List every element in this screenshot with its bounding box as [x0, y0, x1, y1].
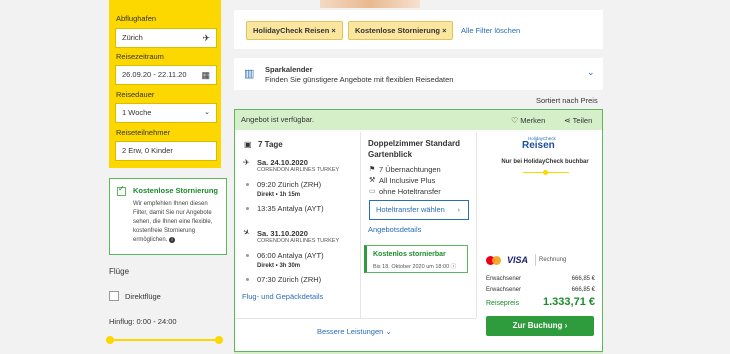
check-icon: ✓ — [118, 184, 125, 193]
trip-days: 7 Tage — [258, 140, 283, 149]
filter-chip-cancellation[interactable]: Kostenlose Stornierung × — [348, 21, 454, 40]
duration-value: 1 Woche — [122, 108, 152, 117]
free-cancellation-box: Kostenlos stornierbar Bis 18. Oktober 20… — [364, 245, 468, 273]
flight-details-link[interactable]: Flug- und Gepäckdetails — [242, 292, 323, 301]
nights: 7 Übernachtungen — [379, 165, 441, 174]
bed-icon: ⚑ — [369, 166, 376, 173]
chevron-right-icon: › — [457, 205, 461, 214]
outbound-direct: Direkt • 1h 15m — [257, 192, 301, 198]
return-date: Sa. 31.10.2020 — [257, 229, 308, 238]
travel-period-label: Reisezeitraum — [116, 52, 164, 61]
offer-card: Angebot ist verfügbar. ♡ Merken ⋖ Teilen… — [234, 109, 603, 353]
info-icon: i — [169, 237, 176, 243]
cancellation-filter-title: Kostenlose Stornierung — [133, 186, 219, 195]
savings-subtitle: Finden Sie günstigere Angebote mit flexi… — [265, 75, 454, 84]
travelers-value: 2 Erw, 0 Kinder — [122, 146, 173, 155]
outbound-time-slider-track — [109, 339, 219, 341]
invoice-label: Rechnung — [539, 257, 567, 263]
offer-details-link[interactable]: Angebotsdetails — [368, 225, 421, 234]
travelers-label: Reiseteilnehmer — [116, 128, 171, 137]
plane-departure-icon: ✈ — [243, 158, 250, 167]
outbound-arrival: 13:35 Antalya (AYT) — [257, 204, 324, 213]
direct-flight-label: Direktflüge — [125, 292, 161, 301]
holidaycheck-reisen-logo: Reisen — [522, 140, 555, 151]
free-cancellation-until: Bis 18. Oktober 2020 um 18:00 ⓘ — [373, 264, 457, 270]
outbound-time-label: Hinflug: 0:00 - 24:00 — [109, 317, 177, 326]
total-price: 1.333,71 € — [543, 296, 595, 308]
outbound-departure: 09:20 Zürich (ZRH) — [257, 180, 322, 189]
travel-period-value: 26.09.20 - 22.11.20 — [122, 70, 187, 79]
adult-price-2: 666,85 € — [571, 287, 595, 293]
column-divider — [360, 132, 361, 318]
share-button[interactable]: ⋖ Teilen — [564, 116, 592, 125]
chevron-right-icon: › — [564, 321, 568, 330]
brand-divider-dot — [543, 170, 548, 175]
chevron-down-icon: ⌄ — [204, 109, 210, 116]
return-airline: CORENDON AIRLINES TURKEY — [257, 238, 340, 244]
plane-return-icon: ✈ — [241, 226, 252, 239]
timeline-dot — [246, 207, 249, 210]
header-image — [320, 0, 420, 8]
return-direct: Direkt • 3h 30m — [257, 263, 301, 269]
transfer-select-button[interactable]: Hoteltransfer wählen › — [369, 200, 469, 220]
card-divider — [235, 318, 476, 319]
duration-label: Reisedauer — [116, 90, 155, 99]
slider-handle-end[interactable] — [215, 336, 223, 344]
filter-chip-holidaycheck[interactable]: HolidayCheck Reisen × — [246, 21, 343, 40]
duration-select[interactable]: 1 Woche ⌄ — [115, 103, 217, 123]
clear-filters-link[interactable]: Alle Filter löschen — [461, 26, 520, 35]
outbound-date: Sa. 24.10.2020 — [257, 158, 308, 167]
board-type: All Inclusive Plus — [379, 176, 436, 185]
cancellation-filter[interactable]: ✓ Kostenlose Stornierung Wir empfehlen I… — [109, 178, 227, 255]
departure-field[interactable]: Zürich ✈ — [115, 28, 217, 48]
calendar-icon: ▦ — [201, 70, 210, 80]
cancellation-filter-desc: Wir empfehlen Ihnen diesen Filter, damit… — [133, 201, 213, 243]
info-icon: ⓘ — [450, 264, 457, 270]
book-button[interactable]: Zur Buchung › — [486, 316, 594, 336]
visa-icon: VISA — [507, 255, 529, 265]
savings-title: Sparkalender — [265, 65, 313, 74]
room-name: Doppelzimmer Standard Gartenblick — [368, 139, 461, 159]
availability-text: Angebot ist verfügbar. — [241, 115, 314, 124]
bar-chart-icon: ▥ — [244, 68, 255, 80]
heart-icon: ♡ — [511, 116, 519, 125]
remember-button[interactable]: ♡ Merken — [511, 116, 545, 125]
offer-availability-bar: Angebot ist verfügbar. — [235, 110, 602, 130]
direct-flight-checkbox[interactable] — [109, 291, 119, 301]
share-icon: ⋖ — [564, 116, 571, 125]
timeline-dot — [246, 183, 249, 186]
travel-period-field[interactable]: 26.09.20 - 22.11.20 ▦ — [115, 65, 217, 85]
adult-price-1: 666,85 € — [571, 276, 595, 282]
brand-note: Nur bei HolidayCheck buchbar — [501, 159, 589, 165]
travelers-field[interactable]: 2 Erw, 0 Kinder — [115, 141, 217, 161]
column-divider — [476, 132, 477, 318]
return-departure: 06:00 Antalya (AYT) — [257, 251, 324, 260]
food-icon: ⚒ — [369, 177, 376, 184]
payment-divider — [535, 254, 536, 266]
plane-icon: ✈ — [202, 33, 210, 43]
savings-calendar[interactable]: ▥ Sparkalender Finden Sie günstigere Ang… — [234, 58, 603, 90]
calendar-icon: ▣ — [244, 140, 252, 149]
chevron-down-icon: ⌄ — [385, 327, 392, 336]
chevron-down-icon: ⌄ — [587, 67, 595, 77]
outbound-airline: CORENDON AIRLINES TURKEY — [257, 167, 340, 173]
timeline-dot — [246, 254, 249, 257]
bus-icon: ▭ — [369, 188, 376, 195]
free-cancellation-title: Kostenlos stornierbar — [373, 251, 446, 258]
departure-value: Zürich — [122, 33, 143, 42]
mastercard-icon-overlap — [492, 256, 501, 265]
departure-label: Abflughafen — [116, 14, 157, 23]
return-arrival: 07:30 Zürich (ZRH) — [257, 275, 322, 284]
sort-label: Sortiert nach Preis — [536, 96, 598, 105]
slider-handle-start[interactable] — [106, 336, 114, 344]
more-services-link[interactable]: Bessere Leistungen ⌄ — [317, 327, 392, 336]
flights-heading: Flüge — [109, 267, 130, 276]
transfer-info: ohne Hoteltransfer — [379, 187, 441, 196]
timeline-dot — [246, 278, 249, 281]
